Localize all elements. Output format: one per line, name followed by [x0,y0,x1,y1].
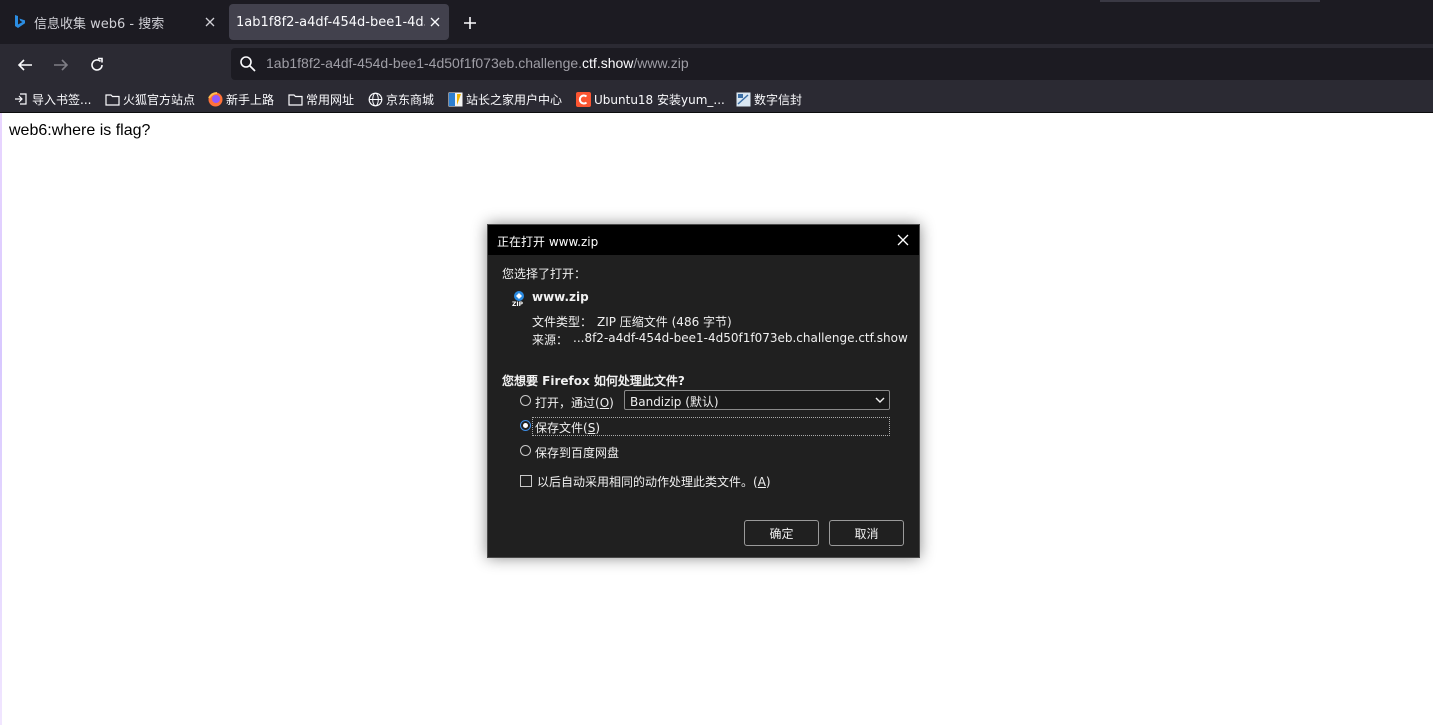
radio-save-file[interactable] [520,420,531,431]
reload-icon [91,57,103,71]
firefox-icon [207,91,223,107]
tab-search[interactable]: 信息收集 web6 - 搜索 [4,4,224,40]
bookmark-digital-envelope[interactable]: 数字信封 [735,90,802,108]
handle-question: 您想要 Firefox 如何处理此文件? [502,374,685,388]
folder-icon [287,91,303,107]
search-icon [240,56,256,72]
page-body-text: web6:where is flag? [9,122,151,139]
bookmark-import[interactable]: 导入书签... [13,90,91,108]
save-file-label[interactable]: 保存文件(S) [535,419,600,436]
csdn-icon [575,91,591,107]
forward-arrow-icon [54,59,69,71]
radio-save-baidu[interactable] [520,445,531,456]
chevron-down-icon [875,397,885,403]
tab-title: 信息收集 web6 - 搜索 [34,16,165,32]
auto-action-checkbox[interactable] [520,475,532,487]
reload-button[interactable] [85,53,109,77]
cancel-button[interactable]: 取消 [829,520,904,546]
site-icon [447,91,463,107]
bookmark-csdn[interactable]: Ubuntu18 安装yum_... [575,90,725,108]
doc-icon [735,91,751,107]
file-type-label: 文件类型： [532,315,593,329]
source-label: 来源： [532,333,569,347]
save-baidu-label[interactable]: 保存到百度网盘 [535,444,619,461]
file-name: www.zip [532,290,589,304]
close-icon [897,234,909,246]
bing-icon [12,14,28,30]
drag-space [1100,0,1320,2]
tab-challenge[interactable]: 1ab1f8f2-a4df-454d-bee1-4d50f [229,4,449,40]
new-tab-button[interactable] [458,12,482,34]
globe-icon [367,91,383,107]
folder-icon [104,91,120,107]
navigation-toolbar: 1ab1f8f2-a4df-454d-bee1-4d50f1f073eb.cha… [0,44,1433,86]
open-with-app: Bandizip (默认) [630,395,719,409]
close-tab-icon[interactable] [200,12,220,32]
bookmark-chinaz[interactable]: 站长之家用户中心 [447,90,562,108]
file-type-value: ZIP 压缩文件 (486 字节) [597,315,732,329]
you-chose-label: 您选择了打开： [502,267,587,281]
address-bar[interactable]: 1ab1f8f2-a4df-454d-bee1-4d50f1f073eb.cha… [231,48,1433,80]
window-edge [0,113,2,725]
close-tab-icon[interactable] [425,12,445,32]
back-arrow-icon [17,59,32,71]
download-dialog: 正在打开 www.zip 您选择了打开： ZIP www.zip 文件类型： Z… [487,224,920,558]
svg-text:ZIP: ZIP [512,301,524,306]
radio-open-with[interactable] [520,395,531,406]
ok-button[interactable]: 确定 [744,520,819,546]
dialog-title: 正在打开 www.zip [497,235,599,249]
forward-button[interactable] [49,53,73,77]
dialog-close-button[interactable] [893,230,913,250]
back-button[interactable] [13,53,37,77]
bookmarks-toolbar: 导入书签... 火狐官方站点 新手上路 常用网址 京东商城 站长之家用户中心 U… [0,86,1433,113]
auto-action-label[interactable]: 以后自动采用相同的动作处理此类文件。(A) [537,473,771,490]
open-with-label[interactable]: 打开，通过(O) [535,394,614,411]
bookmark-folder-common[interactable]: 常用网址 [287,90,354,108]
bookmark-jd[interactable]: 京东商城 [367,90,434,108]
tab-title: 1ab1f8f2-a4df-454d-bee1-4d50f [236,14,425,30]
import-icon [13,91,29,107]
zip-file-icon: ZIP [512,291,524,306]
source-value: ...8f2-a4df-454d-bee1-4d50f1f073eb.chall… [573,331,908,345]
bookmark-folder-firefox-sites[interactable]: 火狐官方站点 [104,90,195,108]
open-with-select[interactable]: Bandizip (默认) [624,390,890,410]
tab-bar: 信息收集 web6 - 搜索 1ab1f8f2-a4df-454d-bee1-4… [0,0,1433,44]
url-text: 1ab1f8f2-a4df-454d-bee1-4d50f1f073eb.cha… [266,55,689,71]
dialog-titlebar: 正在打开 www.zip [488,225,919,255]
bookmark-getting-started[interactable]: 新手上路 [207,90,274,108]
